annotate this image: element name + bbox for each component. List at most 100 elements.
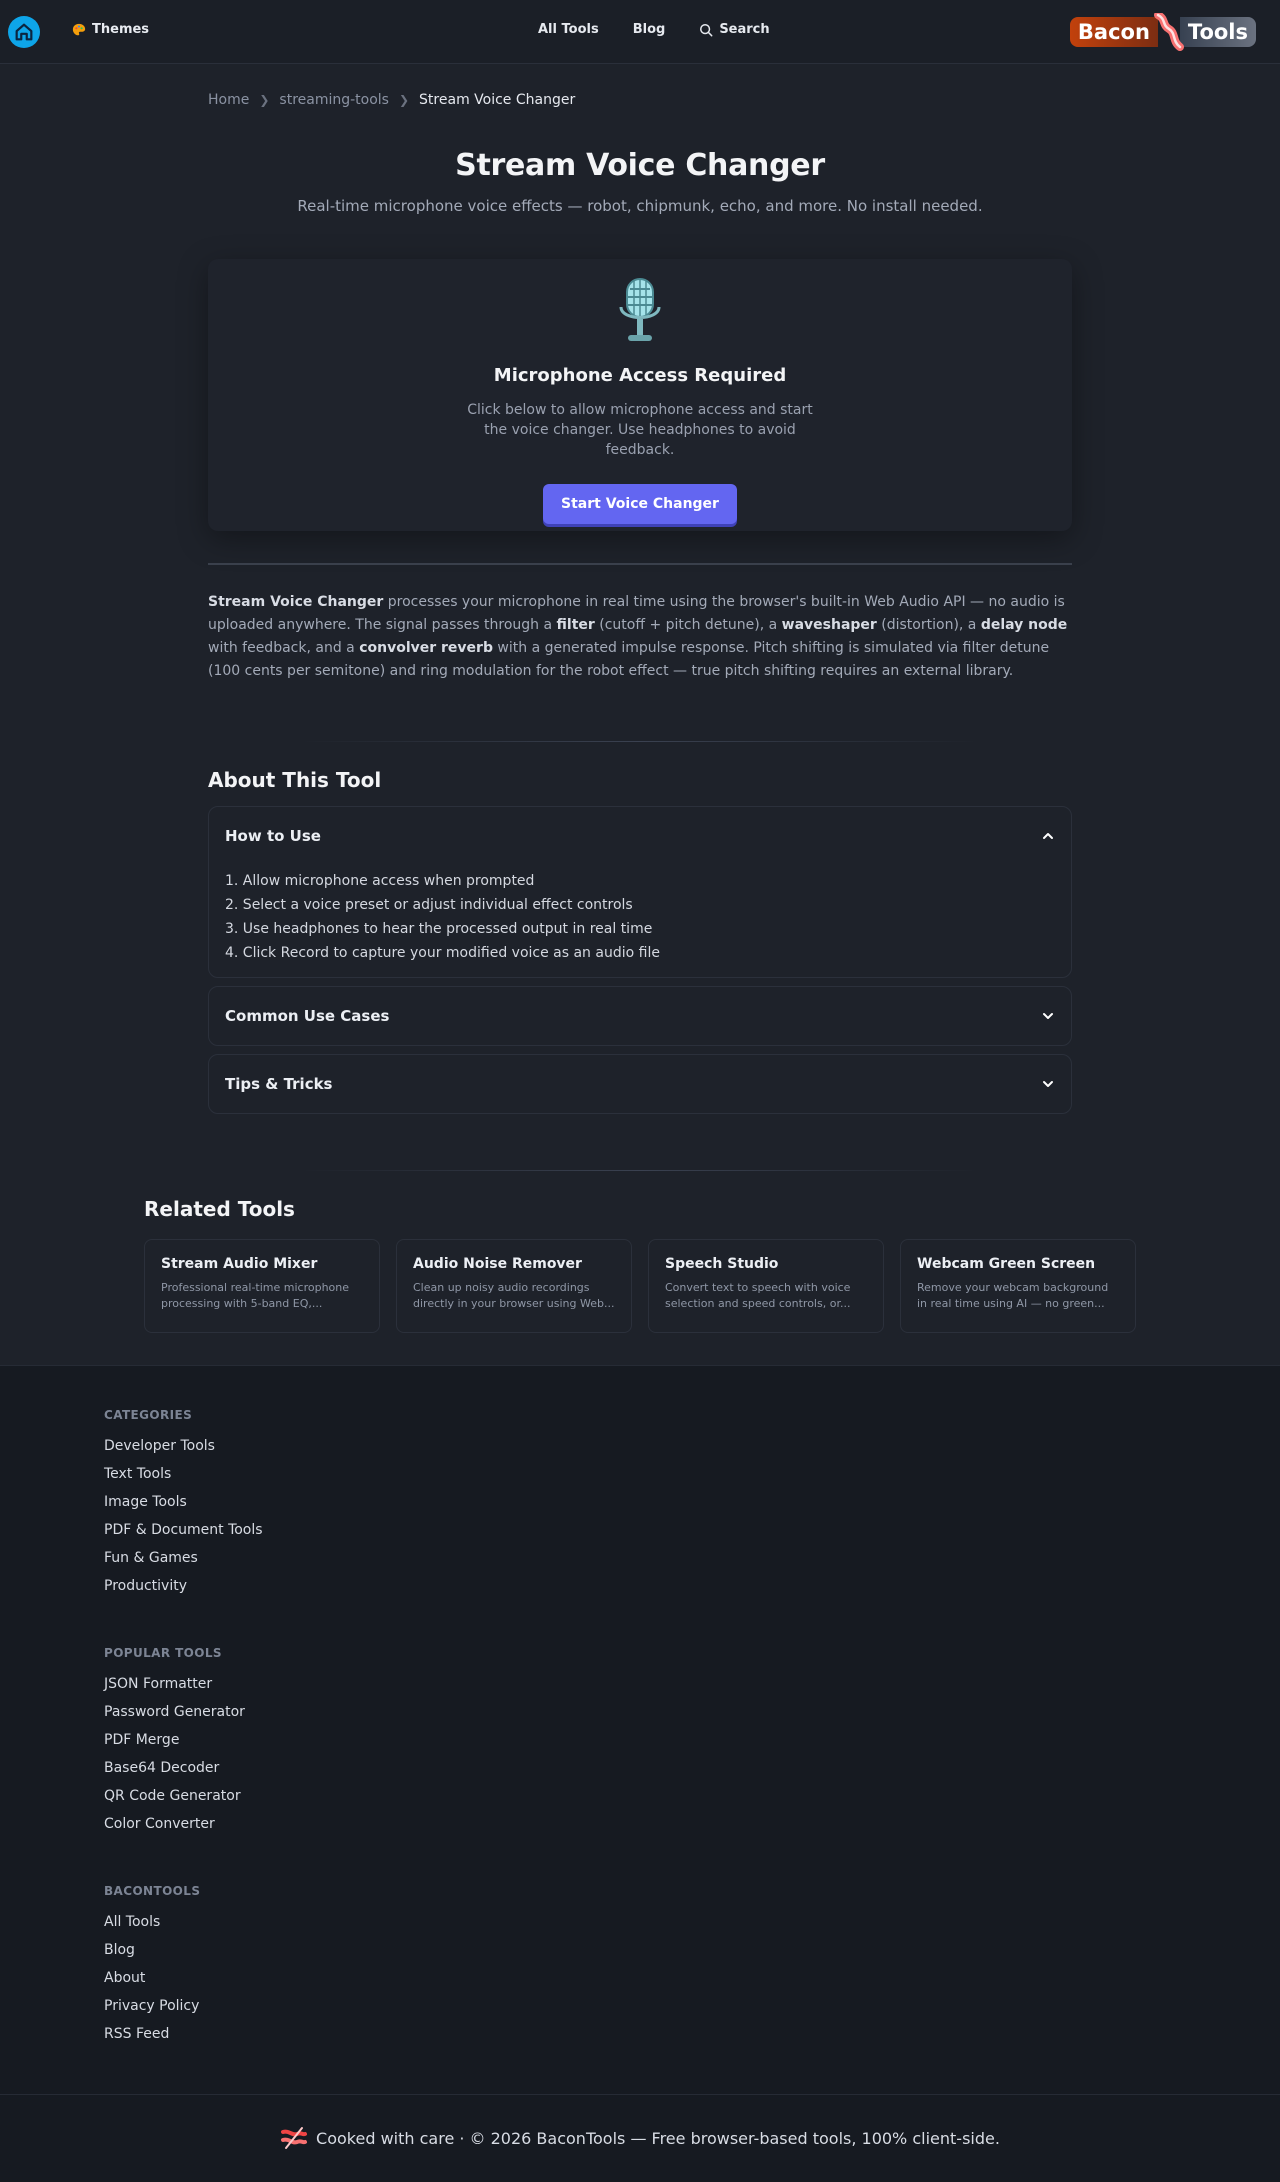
footer-link[interactable]: Password Generator	[104, 1704, 1176, 1732]
related-tool-title: Speech Studio	[665, 1256, 779, 1272]
chevron-up-icon	[1043, 833, 1053, 839]
accordion-title: Tips & Tricks	[225, 1075, 333, 1093]
related-tool-title: Audio Noise Remover	[413, 1256, 582, 1272]
footer-link[interactable]: RSS Feed	[104, 2026, 1176, 2054]
breadcrumb: Home ❯ streaming-tools ❯ Stream Voice Ch…	[208, 64, 1072, 110]
footer-link[interactable]: Developer Tools	[104, 1438, 1176, 1466]
step-item: 4. Click Record to capture your modified…	[225, 945, 660, 961]
chevron-right-icon: ❯	[398, 93, 410, 107]
site-footer: CATEGORIES Developer Tools Text Tools Im…	[0, 1365, 1280, 2182]
microphone-access-heading: Microphone Access Required	[493, 365, 787, 386]
step-item: 1. Allow microphone access when prompted	[225, 873, 535, 889]
top-navigation: Themes All Tools Blog Search Bacon Tools	[0, 0, 1280, 64]
footer-link[interactable]: Base64 Decoder	[104, 1760, 1176, 1788]
desc-strong-name: Stream Voice Changer	[208, 594, 384, 610]
copyright-bar: Cooked with care · © 2026 BaconTools — F…	[0, 2094, 1280, 2182]
footer-link[interactable]: Privacy Policy	[104, 1998, 1176, 2026]
microphone-access-text: Click below to allow microphone access a…	[467, 402, 813, 458]
home-icon	[15, 23, 33, 41]
related-tool-card[interactable]: Stream Audio Mixer Professional real-tim…	[144, 1239, 380, 1333]
accordion-tips-tricks: Tips & Tricks	[208, 1054, 1072, 1114]
page-title: Stream Voice Changer	[455, 148, 825, 183]
footer-link[interactable]: All Tools	[104, 1914, 1176, 1942]
desc-strong-waveshaper: waveshaper	[781, 617, 877, 633]
chevron-right-icon: ❯	[259, 93, 270, 107]
breadcrumb-category[interactable]: streaming-tools	[279, 92, 389, 108]
footer-categories: CATEGORIES Developer Tools Text Tools Im…	[104, 1408, 1176, 1606]
footer-link[interactable]: PDF & Document Tools	[104, 1522, 1176, 1550]
footer-link[interactable]: QR Code Generator	[104, 1788, 1176, 1816]
footer-heading: POPULAR TOOLS	[104, 1646, 222, 1660]
accordion-header-how-to-use[interactable]: How to Use	[209, 807, 1071, 865]
search-icon	[700, 23, 713, 36]
site-logo[interactable]: Bacon Tools	[1069, 13, 1256, 51]
copyright-text: Cooked with care · © 2026 BaconTools — F…	[316, 2129, 1000, 2148]
start-voice-changer-button[interactable]: Start Voice Changer	[543, 484, 737, 524]
breadcrumb-current: Stream Voice Changer	[419, 92, 576, 108]
bacon-icon	[1152, 13, 1186, 51]
step-item: 3. Use headphones to hear the processed …	[225, 921, 653, 937]
divider	[208, 563, 1072, 565]
microphone-icon	[208, 275, 1072, 347]
section-separator	[300, 1170, 980, 1171]
breadcrumb-home[interactable]: Home	[208, 92, 249, 108]
related-tools-grid: Stream Audio Mixer Professional real-tim…	[144, 1239, 1136, 1333]
palette-icon	[72, 23, 86, 35]
section-separator	[300, 741, 980, 742]
chevron-down-icon	[1043, 1081, 1053, 1087]
footer-link[interactable]: Text Tools	[104, 1466, 1176, 1494]
accordion-header-tips-tricks[interactable]: Tips & Tricks	[209, 1055, 1071, 1113]
microphone-access-card: Microphone Access Required Click below t…	[208, 259, 1072, 531]
themes-button[interactable]: Themes	[72, 22, 149, 37]
footer-link[interactable]: Image Tools	[104, 1494, 1176, 1522]
related-tool-card[interactable]: Webcam Green Screen Remove your webcam b…	[900, 1239, 1136, 1333]
footer-link[interactable]: PDF Merge	[104, 1732, 1176, 1760]
bacon-icon	[281, 2126, 308, 2149]
related-tool-desc: Professional real-time microphone proces…	[161, 1281, 350, 1310]
footer-link[interactable]: Productivity	[104, 1578, 1176, 1606]
related-tools-heading: Related Tools	[144, 1197, 295, 1221]
accordion-header-common-use-cases[interactable]: Common Use Cases	[209, 987, 1071, 1045]
accordion-body-how-to-use: 1. Allow microphone access when prompted…	[209, 865, 1071, 977]
related-tool-card[interactable]: Audio Noise Remover Clean up noisy audio…	[396, 1239, 632, 1333]
step-item: 2. Select a voice preset or adjust indiv…	[225, 897, 633, 913]
related-tool-title: Webcam Green Screen	[917, 1256, 1096, 1272]
desc-text: (cutoff + pitch detune), a	[594, 617, 782, 633]
chevron-down-icon	[1043, 1013, 1053, 1019]
search-button[interactable]: Search	[699, 22, 770, 37]
nav-all-tools[interactable]: All Tools	[538, 22, 599, 37]
desc-strong-filter: filter	[556, 617, 595, 633]
accordion-title: How to Use	[225, 827, 321, 845]
accordion-common-use-cases: Common Use Cases	[208, 986, 1072, 1046]
related-tool-desc: Clean up noisy audio recordings directly…	[413, 1281, 615, 1310]
desc-strong-reverb: convolver reverb	[359, 640, 493, 656]
themes-label: Themes	[92, 22, 150, 37]
related-tool-card[interactable]: Speech Studio Convert text to speech wit…	[648, 1239, 884, 1333]
related-tool-desc: Remove your webcam background in real ti…	[917, 1281, 1109, 1310]
search-label: Search	[719, 22, 770, 37]
logo-tools-text: Tools	[1179, 17, 1256, 47]
related-tool-title: Stream Audio Mixer	[161, 1256, 318, 1272]
nav-blog[interactable]: Blog	[633, 22, 666, 37]
footer-link[interactable]: Blog	[104, 1942, 1176, 1970]
desc-text: with feedback, and a	[208, 640, 360, 656]
accordion-how-to-use: How to Use 1. Allow microphone access wh…	[208, 806, 1072, 978]
related-tool-desc: Convert text to speech with voice select…	[665, 1281, 851, 1310]
footer-link[interactable]: Fun & Games	[104, 1550, 1176, 1578]
desc-strong-delay: delay node	[980, 617, 1068, 633]
footer-popular-tools: POPULAR TOOLS JSON Formatter Password Ge…	[104, 1646, 1176, 1844]
footer-link[interactable]: JSON Formatter	[104, 1676, 1176, 1704]
footer-bacontools: BACONTOOLS All Tools Blog About Privacy …	[104, 1884, 1176, 2054]
related-tools-section: Related Tools Stream Audio Mixer Profess…	[144, 1197, 1136, 1333]
main-nav: All Tools Blog Search	[538, 22, 770, 37]
main-content: Home ❯ streaming-tools ❯ Stream Voice Ch…	[208, 64, 1072, 1171]
footer-heading: CATEGORIES	[104, 1408, 193, 1422]
home-button[interactable]	[8, 16, 40, 48]
desc-text: (distortion), a	[876, 617, 981, 633]
page-subtitle: Real-time microphone voice effects — rob…	[297, 197, 983, 215]
tool-description: Stream Voice Changer processes your micr…	[208, 591, 1072, 683]
footer-link[interactable]: Color Converter	[104, 1816, 1176, 1844]
footer-heading: BACONTOOLS	[104, 1884, 201, 1898]
accordion-title: Common Use Cases	[225, 1007, 390, 1025]
footer-link[interactable]: About	[104, 1970, 1176, 1998]
